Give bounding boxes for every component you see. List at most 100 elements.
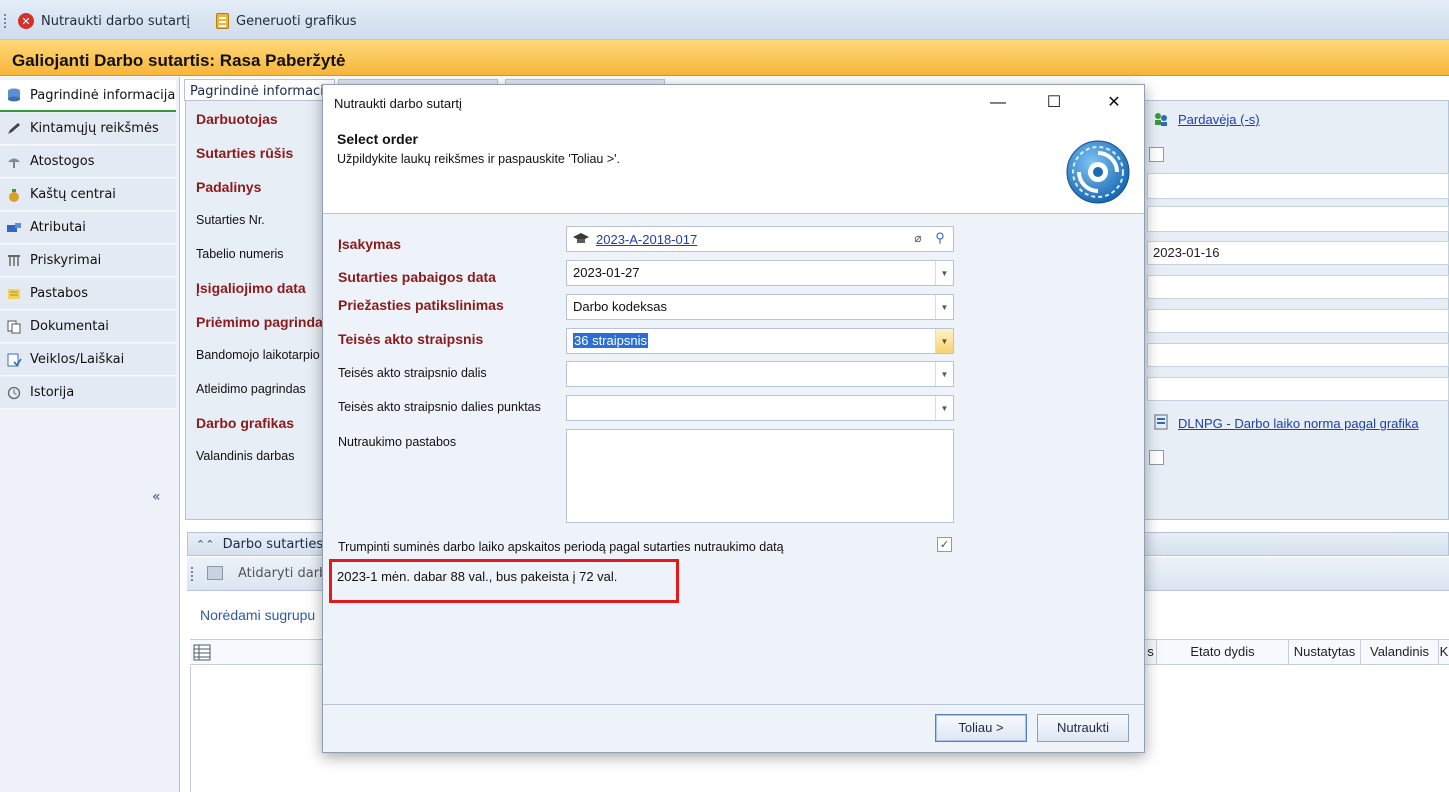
- article-point-select[interactable]: ▼: [566, 395, 954, 421]
- reason-label: Priežasties patikslinimas: [338, 297, 504, 313]
- dialog-header: Select order Užpildykite laukų reikšmes …: [323, 121, 1144, 214]
- work-norm-link[interactable]: DLNPG - Darbo laiko norma pagal grafika: [1178, 416, 1419, 431]
- open-button[interactable]: Atidaryti darb: [238, 566, 327, 581]
- page-title: Galiojanti Darbo sutartis: Rasa Paberžyt…: [0, 40, 1449, 76]
- legal-article-select[interactable]: 36 straipsnis ▼: [566, 328, 954, 354]
- nav-item-vacations[interactable]: Atostogos: [0, 146, 176, 178]
- nav-label: Atributai: [30, 220, 86, 235]
- nav-item-history[interactable]: Istorija: [0, 377, 176, 409]
- nav-item-notes[interactable]: Pastabos: [0, 278, 176, 310]
- search-icon[interactable]: ⚲: [931, 230, 949, 248]
- pencil-icon: [8, 122, 20, 134]
- group-header-label: Darbo sutarties is: [222, 537, 338, 552]
- chevron-down-icon[interactable]: ▼: [935, 329, 953, 353]
- article-point-label: Teisės akto straipsnio dalies punktas: [338, 400, 541, 414]
- eraser-icon[interactable]: ⌀: [909, 231, 927, 247]
- seller-link[interactable]: Pardavėja (-s): [1178, 112, 1260, 127]
- hours-change-info: 2023-1 mėn. dabar 88 val., bus pakeista …: [337, 569, 618, 584]
- dialog-step-title: Select order: [337, 131, 418, 147]
- nav-item-assignments[interactable]: Priskyrimai: [0, 245, 176, 277]
- article-part-select[interactable]: ▼: [566, 361, 954, 387]
- toolbar-grip[interactable]: [191, 567, 193, 581]
- nav-label: Istorija: [30, 385, 75, 400]
- grid-column-header[interactable]: Etato dydis: [1156, 640, 1288, 665]
- nav-item-cost-centers[interactable]: Kaštų centrai: [0, 179, 176, 211]
- dismissal-basis-field[interactable]: [1147, 377, 1449, 401]
- legal-article-value: 36 straipsnis: [573, 333, 648, 348]
- generate-schedules-button[interactable]: Generuoti grafikus: [216, 10, 357, 32]
- contract-type-label: Sutarties rūšis: [196, 145, 294, 161]
- chevron-down-icon[interactable]: ▼: [935, 261, 953, 285]
- nav-label: Kintamųjų reikšmės: [30, 121, 159, 136]
- dialog-titlebar[interactable]: Nutraukti darbo sutartį — ☐ ✕: [323, 85, 1144, 121]
- grid-column-header[interactable]: Valandinis: [1360, 640, 1438, 665]
- reason-value: Darbo kodeksas: [573, 299, 667, 314]
- department-label: Padalinys: [196, 179, 262, 195]
- terminate-button[interactable]: Nutraukti: [1037, 714, 1129, 742]
- reason-select[interactable]: Darbo kodeksas ▼: [566, 294, 954, 320]
- grid-column-header[interactable]: K: [1438, 640, 1449, 665]
- termination-notes-label: Nutraukimo pastabos: [338, 435, 457, 449]
- nav-label: Kaštų centrai: [30, 187, 116, 202]
- work-schedule-label: Darbo grafikas: [196, 415, 295, 431]
- hourly-work-checkbox[interactable]: [1149, 450, 1164, 465]
- termination-notes-textarea[interactable]: [566, 429, 954, 523]
- nav-item-main-info[interactable]: Pagrindinė informacija: [0, 80, 176, 112]
- article-part-label: Teisės akto straipsnio dalis: [338, 366, 487, 380]
- nav-label: Atostogos: [30, 154, 95, 169]
- nav-item-activities[interactable]: Veiklos/Laiškai: [0, 344, 176, 376]
- nav-item-variables[interactable]: Kintamųjų reikšmės: [0, 113, 176, 145]
- contract-end-date-value: 2023-01-27: [573, 265, 640, 280]
- dialog-step-subtitle: Užpildykite laukų reikšmes ir paspauskit…: [337, 152, 621, 166]
- close-button[interactable]: ✕: [1101, 93, 1127, 113]
- schedule-icon: [1154, 414, 1168, 430]
- order-label: Įsakymas: [338, 236, 402, 252]
- nav-label: Pastabos: [30, 286, 89, 301]
- graduation-cap-icon: [573, 233, 589, 243]
- next-button[interactable]: Toliau >: [935, 714, 1027, 742]
- terminate-contract-button[interactable]: ✕ Nutraukti darbo sutartį: [18, 10, 190, 32]
- contract-end-date-field[interactable]: 2023-01-27 ▼: [566, 260, 954, 286]
- contract-type-checkbox[interactable]: [1149, 147, 1164, 162]
- umbrella-icon: [8, 158, 20, 168]
- probation-field[interactable]: [1147, 343, 1449, 367]
- collapse-nav-button[interactable]: «: [152, 489, 161, 505]
- nav-item-attributes[interactable]: Atributai: [0, 212, 176, 244]
- terminate-contract-label: Nutraukti darbo sutartį: [41, 13, 191, 29]
- contract-number-field[interactable]: [1147, 206, 1449, 232]
- department-field[interactable]: [1147, 173, 1449, 199]
- maximize-button[interactable]: ☐: [1041, 93, 1067, 113]
- toolbar-grip[interactable]: [4, 14, 6, 28]
- history-icon: [7, 386, 21, 399]
- timesheet-number-label: Tabelio numeris: [196, 247, 284, 261]
- dialog-footer: Toliau > Nutraukti: [323, 704, 1144, 752]
- terminate-contract-dialog: Nutraukti darbo sutartį — ☐ ✕ Select ord…: [322, 84, 1145, 753]
- database-icon: [8, 88, 20, 102]
- probation-label: Bandomojo laikotarpio: [196, 348, 320, 362]
- shorten-period-label: Trumpinti suminės darbo laiko apskaitos …: [338, 540, 784, 554]
- shorten-period-checkbox[interactable]: ✓: [937, 537, 952, 552]
- nav-label: Veiklos/Laiškai: [30, 352, 125, 367]
- nav-label: Pagrindinė informacija: [30, 87, 176, 103]
- collapse-group-icon: ⌃⌃: [196, 538, 215, 551]
- chevron-down-icon[interactable]: ▼: [935, 362, 953, 386]
- nav-label: Dokumentai: [30, 319, 109, 334]
- grid-column-header[interactable]: s: [1144, 640, 1156, 665]
- cancel-circle-icon: ✕: [18, 13, 34, 29]
- order-link[interactable]: 2023-A-2018-017: [596, 232, 697, 247]
- nav-item-documents[interactable]: Dokumentai: [0, 311, 176, 343]
- contract-end-date-label: Sutarties pabaigos data: [338, 269, 496, 285]
- tab-main-info[interactable]: Pagrindinė informaci: [184, 79, 335, 101]
- group-by-hint: Norėdami sugrupu: [200, 607, 316, 623]
- top-toolbar: ✕ Nutraukti darbo sutartį Generuoti graf…: [0, 0, 1449, 40]
- chevron-down-icon[interactable]: ▼: [935, 396, 953, 420]
- effective-date-field[interactable]: [1147, 275, 1449, 299]
- minimize-button[interactable]: —: [985, 93, 1011, 113]
- grid-column-header[interactable]: Nustatytas: [1288, 640, 1360, 665]
- hiring-basis-field[interactable]: [1147, 309, 1449, 333]
- dismissal-basis-label: Atleidimo pagrindas: [196, 382, 306, 396]
- order-field[interactable]: 2023-A-2018-017 ⌀ ⚲: [566, 226, 954, 252]
- date-field[interactable]: 2023-01-16: [1147, 241, 1449, 265]
- grid-columns-icon[interactable]: [193, 644, 211, 661]
- chevron-down-icon[interactable]: ▼: [935, 295, 953, 319]
